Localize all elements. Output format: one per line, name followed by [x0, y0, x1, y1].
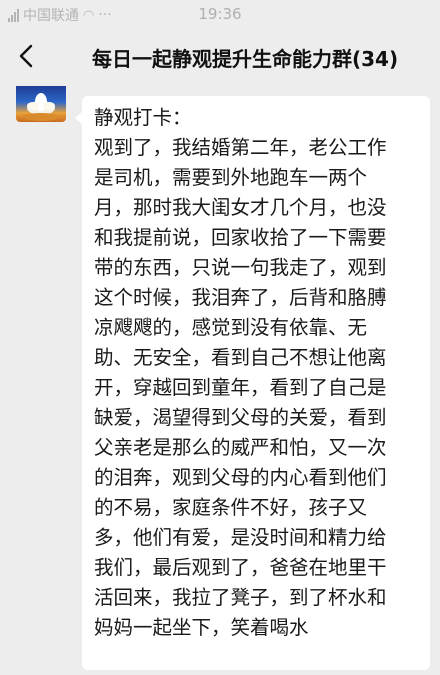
- status-time: 19:36: [198, 5, 242, 23]
- chat-title: 每日一起静观提升生命能力群(34): [92, 47, 399, 71]
- nav-bar: 每日一起静观提升生命能力群(34): [0, 28, 440, 86]
- message-line: 多，他们有爱，是没时间和精力给: [94, 526, 387, 549]
- message-line: 的不易，家庭条件不好，孩子又: [94, 496, 368, 519]
- message-line: 父亲老是那么的威严和怕，又一次: [94, 436, 387, 459]
- back-icon[interactable]: [16, 40, 40, 72]
- message-line: 开，穿越回到童年，看到了自己是: [94, 376, 387, 399]
- message-bubble[interactable]: 静观打卡： 观到了，我结婚第二年，老公工作 是司机，需要到外地跑车一两个 月，那…: [75, 96, 430, 670]
- message-line: 妈妈一起坐下，笑着喝水: [94, 616, 309, 639]
- message-line: 月，那时我大闺女才几个月，也没: [94, 196, 387, 219]
- message-line: 助、无安全，看到自己不想让他离: [94, 346, 387, 369]
- message-line: 这个时候，我泪奔了，后背和胳膊: [94, 286, 387, 309]
- message-line: 静观打卡：: [94, 106, 192, 129]
- message-line: 凉飕飕的，感觉到没有依靠、无: [94, 316, 368, 339]
- message-line: 活回来，我拉了凳子，到了杯水和: [94, 586, 387, 609]
- status-bar: 中国联通 ◠ ··· 19:36: [0, 0, 440, 28]
- message-line: 我们，最后观到了，爸爸在地里干: [94, 556, 387, 579]
- message-line: 的泪奔，观到父母的内心看到他们: [94, 466, 387, 489]
- message-line: 缺爱，渴望得到父母的关爱，看到: [94, 406, 387, 429]
- message-line: 带的东西，只说一句我走了，观到: [94, 256, 387, 279]
- message-line: 是司机，需要到外地跑车一两个: [94, 166, 368, 189]
- message-line: 和我提前说，回家收拾了一下需要: [94, 226, 387, 249]
- avatar[interactable]: [16, 86, 66, 122]
- message-line: 观到了，我结婚第二年，老公工作: [94, 136, 387, 159]
- bubble-tail: [75, 111, 83, 125]
